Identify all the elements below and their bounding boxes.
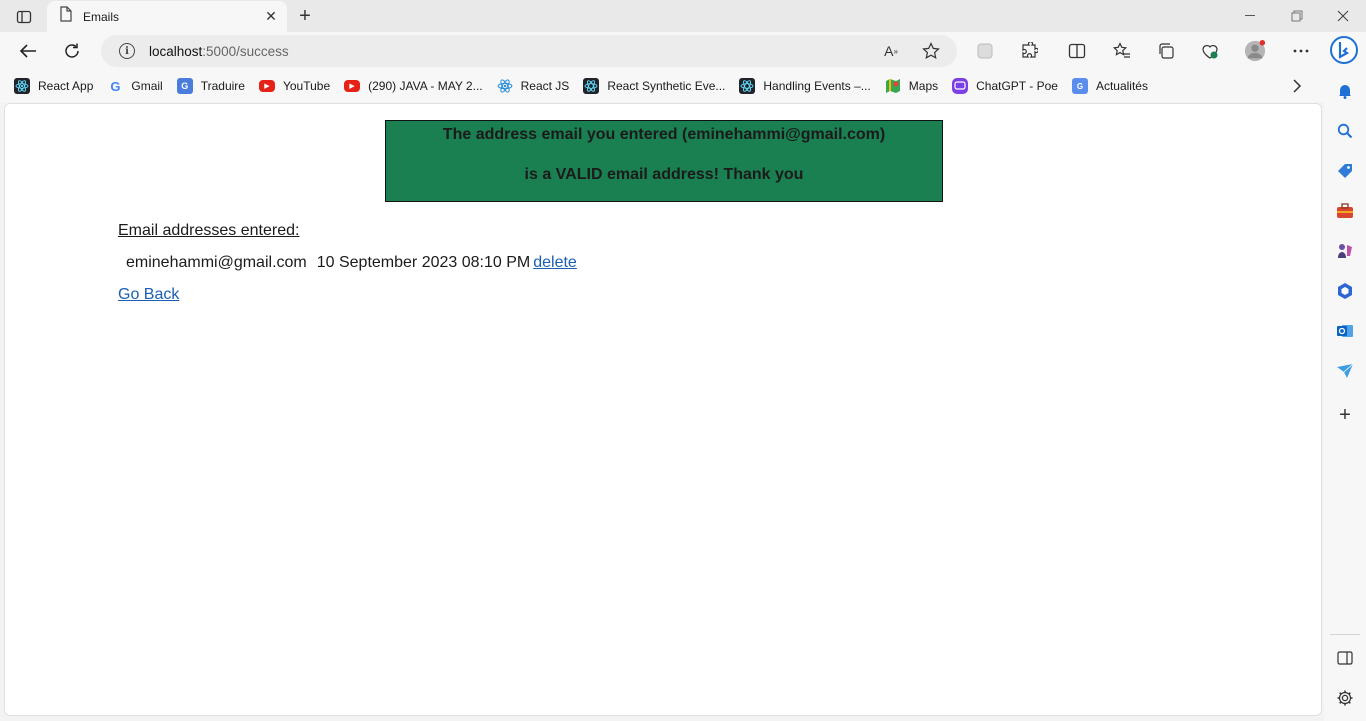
extension-shield-icon[interactable] (974, 40, 996, 62)
bookmark-maps[interactable]: Maps (883, 73, 943, 99)
bookmark-java-playlist[interactable]: ▶ (290) JAVA - MAY 2... (342, 73, 488, 99)
hide-sidebar-icon[interactable] (1334, 647, 1356, 669)
tab-actions-icon[interactable] (10, 6, 38, 28)
bookmark-react-app[interactable]: React App (12, 73, 98, 99)
close-window-icon[interactable] (1320, 0, 1366, 32)
bookmark-handling-events[interactable]: Handling Events –... (737, 73, 875, 99)
page-icon (59, 6, 73, 27)
send-drop-icon[interactable] (1334, 360, 1356, 382)
bookmark-react-synthetic-events[interactable]: React Synthetic Eve... (581, 73, 730, 99)
maps-icon (885, 78, 901, 94)
tab-strip: Emails ✕ + (0, 0, 1366, 32)
favorite-star-icon[interactable] (921, 41, 941, 61)
tools-briefcase-icon[interactable] (1334, 200, 1356, 222)
bookmark-chatgpt-poe[interactable]: ChatGPT - Poe (950, 73, 1063, 99)
split-screen-icon[interactable] (1066, 40, 1088, 62)
favorites-icon[interactable] (1111, 40, 1133, 62)
games-icon[interactable] (1334, 240, 1356, 262)
youtube-icon: ▶ (344, 80, 361, 92)
sidebar-divider (1330, 634, 1360, 635)
email-entry: eminehammi@gmail.com 10 September 2023 0… (126, 254, 577, 272)
page-content: The address email you entered (eminehamm… (4, 103, 1322, 716)
profile-avatar-icon[interactable] (1244, 40, 1266, 62)
notification-bell-icon[interactable] (1334, 80, 1356, 102)
toolbar: i localhost:5000/success A» (0, 32, 1366, 70)
minimize-icon[interactable] (1228, 0, 1274, 32)
google-icon: G (110, 78, 121, 94)
search-icon[interactable] (1334, 120, 1356, 142)
microsoft-365-icon[interactable] (1334, 280, 1356, 302)
address-bar[interactable]: i localhost:5000/success A» (101, 35, 957, 67)
go-back-link[interactable]: Go Back (118, 286, 179, 304)
collections-icon[interactable] (1155, 40, 1177, 62)
refresh-icon[interactable] (57, 36, 87, 66)
url-text[interactable]: localhost:5000/success (149, 44, 289, 59)
react-icon (14, 78, 30, 94)
read-aloud-icon[interactable]: A» (881, 41, 901, 61)
chevron-right-icon[interactable] (1285, 74, 1309, 98)
tab-emails[interactable]: Emails ✕ (47, 1, 287, 32)
youtube-icon: ▶ (258, 80, 275, 92)
email-address: eminehammi@gmail.com (126, 254, 307, 271)
translate-icon: G (176, 78, 193, 94)
performance-icon[interactable] (1199, 40, 1221, 62)
extensions-icon[interactable] (1018, 40, 1040, 62)
settings-gear-icon[interactable] (1334, 687, 1356, 709)
bookmark-react-js[interactable]: React JS (495, 73, 575, 99)
bing-copilot-icon[interactable] (1328, 34, 1360, 66)
outlook-icon[interactable] (1334, 320, 1356, 342)
bookmark-actualites[interactable]: G Actualités (1070, 73, 1153, 99)
react-icon (739, 78, 756, 94)
back-icon[interactable] (13, 36, 43, 66)
close-tab-icon[interactable]: ✕ (261, 7, 281, 27)
banner-line-1: The address email you entered (eminehamm… (442, 126, 886, 143)
banner-line-2: is a VALID email address! Thank you (524, 166, 804, 183)
news-icon: G (1071, 78, 1088, 94)
poe-icon (952, 78, 969, 94)
react-icon (497, 78, 513, 94)
new-tab-icon[interactable]: + (293, 4, 317, 28)
bookmark-traduire[interactable]: G Traduire (175, 73, 250, 99)
tab-title: Emails (83, 9, 120, 24)
emails-heading: Email addresses entered: (118, 222, 300, 239)
entry-date: 10 September 2023 08:10 PM (316, 254, 531, 271)
shopping-tag-icon[interactable] (1334, 160, 1356, 182)
restore-icon[interactable] (1274, 0, 1320, 32)
delete-link[interactable]: delete (533, 254, 577, 272)
bookmark-youtube[interactable]: ▶ YouTube (257, 73, 335, 99)
bookmarks-bar: React App G Gmail G Traduire ▶ YouTube ▶… (0, 70, 1324, 102)
react-icon (583, 78, 600, 94)
success-banner: The address email you entered (eminehamm… (385, 120, 943, 202)
add-icon[interactable]: + (1334, 404, 1356, 426)
site-info-icon[interactable]: i (119, 43, 135, 59)
edge-sidebar: + (1324, 70, 1366, 721)
bookmark-gmail[interactable]: G Gmail (105, 73, 167, 99)
more-options-icon[interactable] (1290, 40, 1312, 62)
